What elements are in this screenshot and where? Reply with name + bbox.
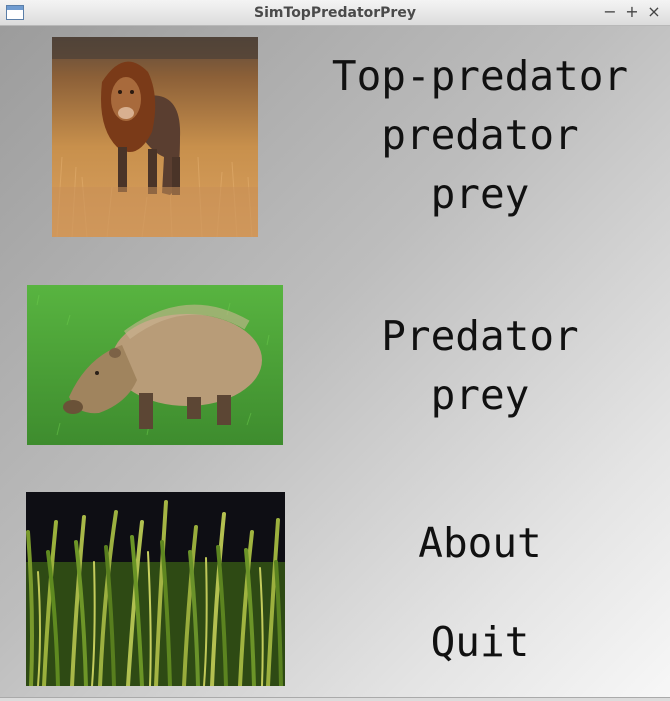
window-title: SimTopPredatorPrey (254, 5, 416, 21)
top-predator-predator-prey-button[interactable]: Top-predator predator prey (300, 47, 660, 224)
capybara-image (27, 285, 283, 445)
quit-button[interactable]: Quit (300, 613, 660, 672)
maximize-button[interactable]: + (623, 2, 641, 22)
window-bottom-border (0, 697, 670, 701)
minimize-button[interactable]: − (601, 2, 619, 22)
lion-image (52, 37, 258, 237)
close-button[interactable]: × (645, 2, 663, 22)
grass-image (26, 492, 285, 686)
app-window: SimTopPredatorPrey − + × Top-predator pr… (0, 0, 670, 701)
predator-prey-button[interactable]: Predator prey (300, 307, 660, 425)
about-button[interactable]: About (300, 514, 660, 573)
title-bar[interactable]: SimTopPredatorPrey − + × (0, 0, 670, 26)
